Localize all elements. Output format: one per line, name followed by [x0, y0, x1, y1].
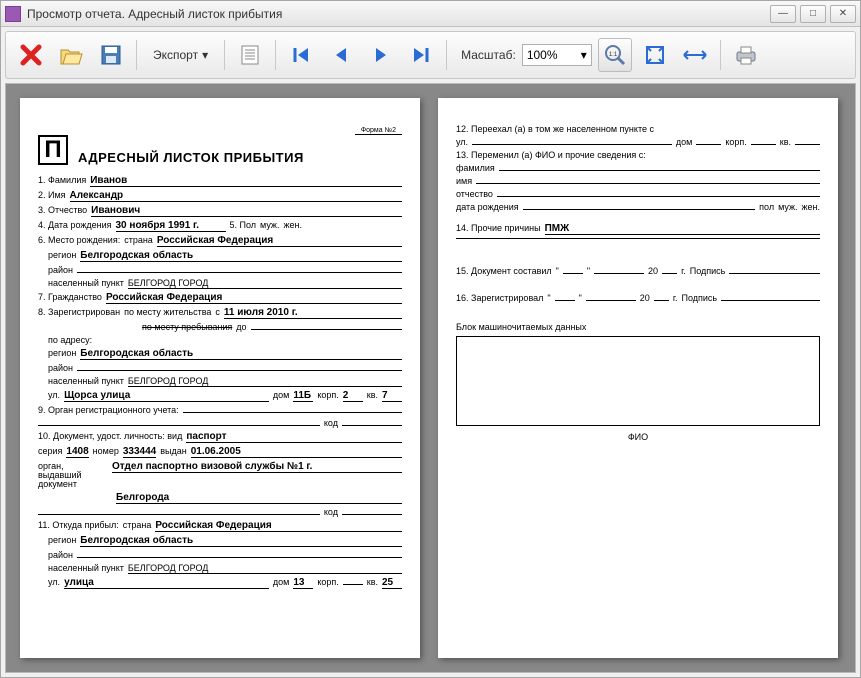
toolbar-separator: [446, 40, 447, 70]
open-button[interactable]: [54, 38, 88, 72]
surname-value: Иванов: [90, 175, 402, 187]
zoom-select[interactable]: 100% ▾: [522, 44, 592, 66]
fit-width-icon: [682, 44, 708, 66]
maximize-button[interactable]: □: [800, 5, 826, 23]
folder-open-icon: [59, 44, 83, 66]
form-number: Форма №2: [355, 127, 402, 135]
toolbar: Экспорт ▾ Масштаб: 100% ▾ 1:1: [5, 31, 856, 79]
next-page-button[interactable]: [364, 38, 398, 72]
close-button[interactable]: ✕: [830, 5, 856, 23]
first-page-button[interactable]: [284, 38, 318, 72]
page-setup-button[interactable]: [233, 38, 267, 72]
red-x-icon: [19, 43, 43, 67]
magnifier-1to1-icon: 1:1: [603, 43, 627, 67]
printer-icon: [734, 44, 758, 66]
titlebar: Просмотр отчета. Адресный листок прибыти…: [1, 1, 860, 27]
chevron-down-icon: ▾: [581, 48, 587, 62]
zoom-label: Масштаб:: [461, 48, 516, 62]
app-window: Просмотр отчета. Адресный листок прибыти…: [0, 0, 861, 678]
fit-width-button[interactable]: [678, 38, 712, 72]
export-button[interactable]: Экспорт ▾: [145, 39, 216, 71]
patronymic-value: Иванович: [91, 205, 402, 217]
document-page-2: 12. Переехал (а) в том же населенном пун…: [438, 98, 838, 658]
delete-button[interactable]: [14, 38, 48, 72]
name-value: Александр: [70, 190, 402, 202]
toolbar-separator: [275, 40, 276, 70]
dob-value: 30 ноября 1991 г.: [116, 220, 226, 232]
svg-text:1:1: 1:1: [609, 52, 618, 58]
first-page-icon: [290, 44, 312, 66]
toolbar-separator: [224, 40, 225, 70]
last-page-button[interactable]: [404, 38, 438, 72]
preview-area: Форма №2 П АДРЕСНЫЙ ЛИСТОК ПРИБЫТИЯ 1. Ф…: [5, 83, 856, 673]
document-page-1: Форма №2 П АДРЕСНЫЙ ЛИСТОК ПРИБЫТИЯ 1. Ф…: [20, 98, 420, 658]
document-title: АДРЕСНЫЙ ЛИСТОК ПРИБЫТИЯ: [78, 150, 304, 165]
window-title: Просмотр отчета. Адресный листок прибыти…: [27, 7, 770, 21]
letter-p-box: П: [38, 135, 68, 165]
machine-readable-label: Блок машиночитаемых данных: [456, 322, 820, 332]
machine-readable-box: [456, 336, 820, 426]
toolbar-separator: [720, 40, 721, 70]
prev-page-button[interactable]: [324, 38, 358, 72]
floppy-icon: [100, 44, 122, 66]
minimize-button[interactable]: —: [770, 5, 796, 23]
app-icon: [5, 6, 21, 22]
next-page-icon: [370, 44, 392, 66]
fit-page-button[interactable]: [638, 38, 672, 72]
fit-page-icon: [644, 44, 666, 66]
fio-label: ФИО: [456, 432, 820, 442]
save-button[interactable]: [94, 38, 128, 72]
zoom-actual-button[interactable]: 1:1: [598, 38, 632, 72]
list-page-icon: [239, 44, 261, 66]
print-button[interactable]: [729, 38, 763, 72]
dropdown-arrow-icon: ▾: [202, 48, 208, 62]
last-page-icon: [410, 44, 432, 66]
prev-page-icon: [330, 44, 352, 66]
toolbar-separator: [136, 40, 137, 70]
